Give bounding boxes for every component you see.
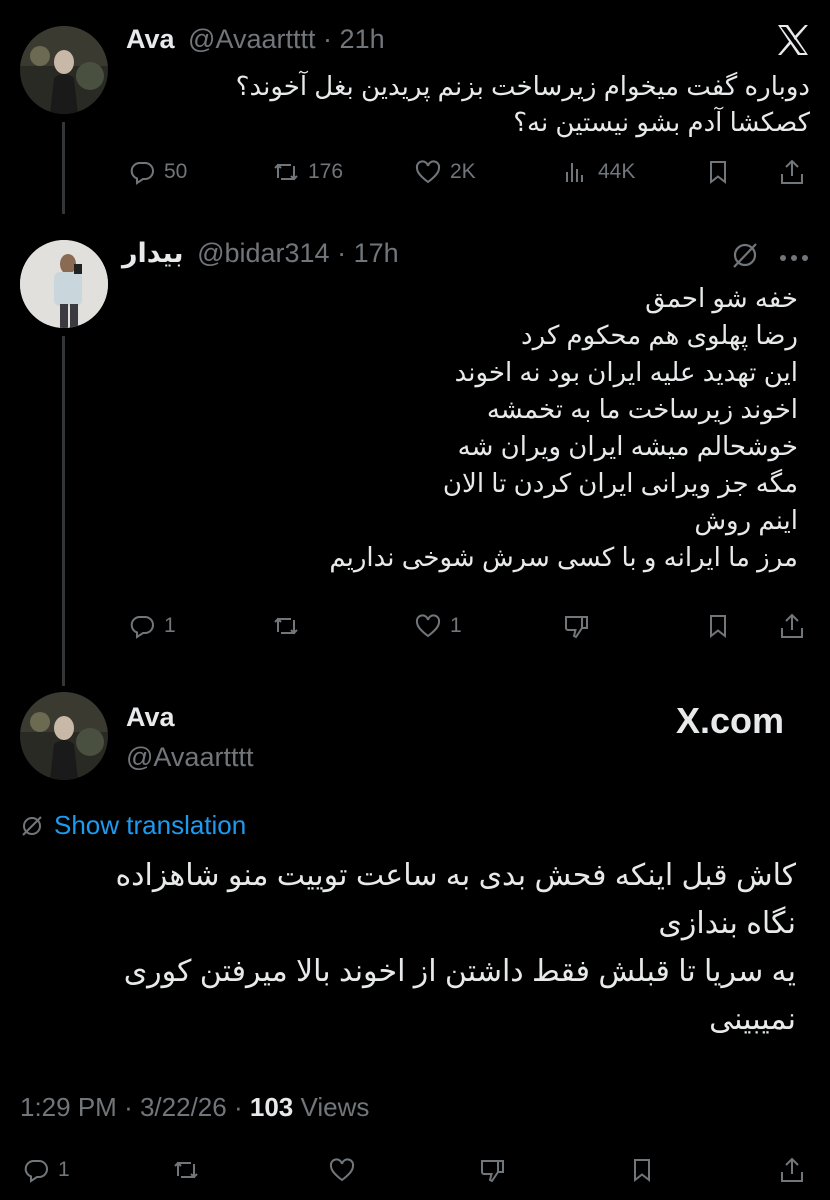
heart-icon [415, 614, 441, 638]
bookmark-button[interactable] [704, 158, 732, 186]
display-name[interactable]: Ava [126, 702, 175, 733]
tweet-header: Ava @Avaartttt · 21h [126, 24, 385, 55]
share-icon [781, 159, 803, 184]
dislike-button[interactable] [478, 1156, 506, 1184]
avatar-image [20, 692, 108, 780]
more-options-icon[interactable] [778, 250, 810, 261]
text-line: اخوند زیرساخت ما به تخمشه [486, 394, 798, 424]
views-count: 44K [598, 160, 636, 183]
text-line: مگه جز ویرانی ایران کردن تا الان [442, 468, 798, 498]
text-line: رضا پهلوی هم محکوم کرد [521, 320, 798, 350]
avatar-image [20, 240, 108, 328]
reply-button[interactable]: 1 [22, 1156, 70, 1184]
avatar-ava[interactable] [20, 26, 108, 114]
heart-icon [415, 160, 441, 184]
show-translation-link[interactable]: Show translation [20, 810, 246, 841]
bookmark-icon [634, 1159, 650, 1183]
avatar-bidar[interactable] [20, 240, 108, 328]
tweet-header: بیدار @bidar314 · 17h [122, 238, 399, 269]
like-button[interactable]: 2K [414, 158, 476, 186]
repost-button[interactable]: 176 [272, 158, 343, 186]
text-line: یه سریا تا قبلش فقط داشتن از اخوند بالا … [123, 955, 796, 988]
separator-dot: · [337, 238, 347, 268]
share-button[interactable] [778, 612, 806, 640]
avatar-image [20, 26, 108, 114]
x-logo-icon[interactable] [776, 24, 810, 56]
repost-button[interactable] [172, 1156, 200, 1184]
like-count: 2K [450, 160, 476, 183]
thumbs-down-icon [565, 616, 588, 639]
repost-count: 176 [308, 160, 344, 183]
views-label: Views [300, 1092, 370, 1122]
thread-line [62, 122, 65, 214]
reply-count: 1 [164, 614, 176, 637]
text-line: اینم روش [694, 505, 798, 535]
bookmark-icon [710, 161, 726, 185]
tweet-meta: 1:29 PM · 3/22/26 · 103 Views [20, 1092, 369, 1123]
translate-icon [22, 815, 42, 836]
repost-icon [274, 163, 298, 181]
like-button[interactable] [328, 1156, 356, 1184]
text-line: دوباره گفت میخوام زیرساخت بزنم پریدین بغ… [235, 71, 810, 101]
bookmark-icon [710, 615, 726, 639]
reply-icon [130, 162, 154, 185]
separator-dot: · [323, 24, 333, 54]
heart-icon [329, 1158, 355, 1182]
text-line: خوشحالم میشه ایران ویران شه [457, 431, 798, 461]
text-line: خفه شو احمق [645, 283, 798, 313]
bookmark-button[interactable] [704, 612, 732, 640]
share-icon [781, 1157, 803, 1182]
thumbs-down-icon [481, 1160, 504, 1183]
handle[interactable]: @bidar314 [197, 238, 330, 268]
reply-count: 1 [58, 1158, 70, 1181]
reply-count: 50 [164, 160, 188, 183]
views-button[interactable]: 44K [562, 158, 635, 186]
thread-line [62, 336, 65, 686]
timestamp[interactable]: 21h [340, 24, 385, 54]
share-icon [781, 613, 803, 638]
tweet-text: کاش قبل اینکه فحش بدی به ساعت توییت منو … [20, 852, 796, 1044]
repost-icon [274, 617, 298, 635]
like-button[interactable]: 1 [414, 612, 462, 640]
tweet-text: خفه شو احمق رضا پهلوی هم محکوم کرد این ت… [126, 280, 798, 576]
display-name[interactable]: Ava [126, 24, 175, 54]
show-translation-label: Show translation [54, 810, 247, 840]
like-count: 1 [450, 614, 462, 637]
views-icon [566, 163, 583, 182]
text-line: نگاه بندازی [658, 907, 796, 940]
share-button[interactable] [778, 158, 806, 186]
tweet-text: دوباره گفت میخوام زیرساخت بزنم پریدین بغ… [126, 68, 810, 140]
timestamp[interactable]: 17h [354, 238, 399, 268]
separator-dot: · [233, 1092, 243, 1122]
text-line: این تهدید علیه ایران بود نه اخوند [454, 357, 798, 387]
reply-icon [130, 616, 154, 639]
handle[interactable]: @Avaartttt [126, 742, 253, 773]
text-line: کاش قبل اینکه فحش بدی به ساعت توییت منو … [115, 859, 796, 892]
display-name[interactable]: بیدار [122, 238, 184, 268]
share-button[interactable] [778, 1156, 806, 1184]
avatar-ava[interactable] [20, 692, 108, 780]
views-count: 103 [249, 1092, 294, 1122]
bookmark-button[interactable] [628, 1156, 656, 1184]
brand-watermark: X.com [676, 700, 785, 741]
separator-dot: · [124, 1092, 133, 1122]
repost-icon [174, 1161, 198, 1179]
text-line: مرز ما ایرانه و با کسی سرش شوخی نداریم [329, 542, 798, 572]
translate-icon[interactable] [730, 240, 760, 270]
text-line: نمیبینی [709, 1003, 796, 1036]
post-time[interactable]: 1:29 PM [20, 1092, 117, 1122]
reply-button[interactable]: 50 [128, 158, 187, 186]
reply-button[interactable]: 1 [128, 612, 176, 640]
post-date[interactable]: 3/22/26 [140, 1092, 227, 1122]
repost-button[interactable] [272, 612, 300, 640]
text-line: کصکشا آدم بشو نیستین نه؟ [513, 107, 810, 137]
reply-icon [24, 1160, 48, 1183]
handle[interactable]: @Avaartttt [188, 24, 315, 54]
dislike-button[interactable] [562, 612, 590, 640]
